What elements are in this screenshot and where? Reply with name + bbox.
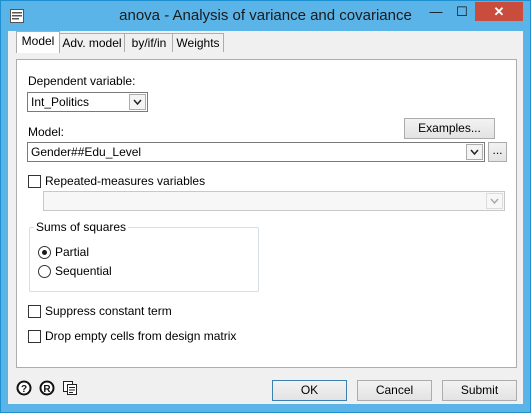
chevron-down-icon — [490, 198, 499, 205]
dialog-client-area: Model Adv. model by/if/in Weights Depend… — [8, 31, 523, 404]
close-button[interactable]: ✕ — [475, 2, 523, 21]
reset-icon[interactable]: R — [39, 380, 55, 396]
model-label: Model: — [28, 125, 65, 139]
title-bar[interactable]: anova - Analysis of variance and covaria… — [1, 1, 530, 31]
model-combo[interactable]: Gender##Edu_Level — [27, 142, 485, 162]
svg-text:R: R — [43, 384, 51, 395]
chevron-down-icon — [133, 99, 142, 106]
chevron-down-icon — [470, 149, 479, 156]
sequential-label: Sequential — [55, 264, 112, 278]
dialog-window: anova - Analysis of variance and covaria… — [0, 0, 531, 413]
repeated-measures-label: Repeated-measures variables — [45, 174, 206, 188]
cancel-button[interactable]: Cancel — [357, 380, 432, 401]
submit-button[interactable]: Submit — [442, 380, 517, 401]
help-icon[interactable]: ? — [16, 380, 32, 396]
repeated-measures-checkbox[interactable] — [28, 175, 41, 188]
partial-label: Partial — [55, 245, 90, 259]
model-dropdown[interactable] — [466, 144, 483, 160]
tab-by-if-in[interactable]: by/if/in — [124, 33, 174, 52]
repeated-measures-dropdown[interactable] — [486, 193, 503, 209]
minimize-button[interactable]: — — [423, 2, 449, 21]
dependent-variable-value: Int_Politics — [31, 95, 90, 109]
drop-empty-cells-label: Drop empty cells from design matrix — [45, 329, 237, 343]
examples-button[interactable]: Examples... — [404, 118, 495, 139]
svg-text:?: ? — [21, 384, 27, 395]
suppress-constant-label: Suppress constant term — [45, 304, 172, 318]
dependent-variable-select[interactable]: Int_Politics — [27, 92, 148, 112]
copy-command-icon[interactable] — [62, 380, 78, 396]
sums-of-squares-group — [29, 227, 259, 292]
drop-empty-cells-checkbox[interactable] — [28, 330, 41, 343]
ok-button[interactable]: OK — [272, 380, 347, 401]
dependent-variable-dropdown[interactable] — [129, 94, 146, 110]
tab-weights[interactable]: Weights — [172, 33, 224, 52]
model-tab-panel: Dependent variable: Int_Politics Model: … — [16, 59, 517, 368]
maximize-button[interactable]: ☐ — [449, 2, 475, 21]
partial-radio[interactable] — [38, 246, 51, 259]
tab-adv-model[interactable]: Adv. model — [58, 33, 126, 52]
dependent-variable-label: Dependent variable: — [28, 74, 136, 88]
model-value: Gender##Edu_Level — [31, 145, 142, 159]
tab-model[interactable]: Model — [16, 31, 60, 53]
suppress-constant-checkbox[interactable] — [28, 305, 41, 318]
radio-selected-dot — [42, 250, 47, 255]
sums-of-squares-title: Sums of squares — [34, 220, 129, 234]
sequential-radio[interactable] — [38, 265, 51, 278]
repeated-measures-combo[interactable] — [43, 191, 505, 211]
model-browse-button[interactable]: ... — [488, 142, 507, 162]
